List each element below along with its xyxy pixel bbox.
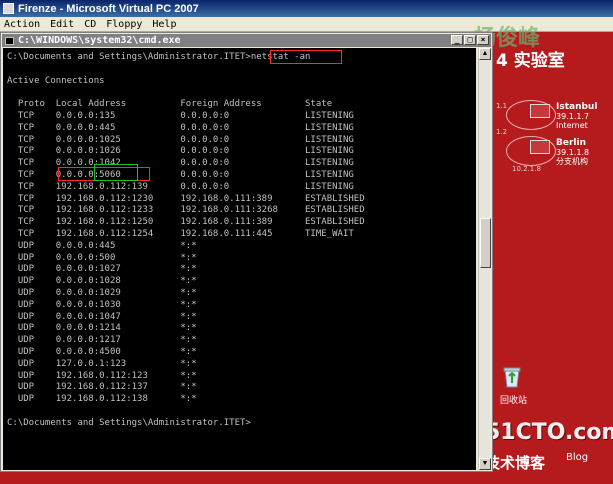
vpc-title-bar[interactable]: Firenze - Microsoft Virtual PC 2007	[0, 0, 613, 17]
node-istanbul: Istanbul 39.1.1.7 Internet	[556, 102, 598, 131]
brand-subtitle: 技术博客	[485, 454, 546, 472]
console-line: UDP 0.0.0.0:1028 *:*	[7, 276, 197, 287]
console-line: TCP 0.0.0.0:1025 0.0.0.0:0 LISTENING	[7, 134, 354, 145]
highlight-netstat-command	[270, 50, 342, 64]
cmd-title: C:\WINDOWS\system32\cmd.exe	[18, 35, 181, 46]
console-line: UDP 192.168.0.112:138 *:*	[7, 394, 197, 405]
console-line: C:\Documents and Settings\Administrator.…	[7, 417, 251, 428]
console-line: TCP 0.0.0.0:135 0.0.0.0:0 LISTENING	[7, 110, 354, 121]
console-line: UDP 0.0.0.0:1214 *:*	[7, 323, 197, 334]
console-line: TCP 192.168.0.112:139 0.0.0.0:0 LISTENIN…	[7, 181, 354, 192]
vpc-title: Firenze - Microsoft Virtual PC 2007	[18, 2, 199, 15]
ip-label-c: 10.2.1.8	[512, 165, 541, 173]
console-line: TCP 192.168.0.112:1254 192.168.0.111:445…	[7, 228, 354, 239]
cmd-icon	[5, 36, 14, 45]
console-line: UDP 0.0.0.0:1027 *:*	[7, 264, 197, 275]
cmd-title-bar[interactable]: C:\WINDOWS\system32\cmd.exe _ □ ×	[2, 34, 491, 47]
menu-action[interactable]: Action	[4, 19, 40, 30]
console-line: Active Connections	[7, 75, 105, 86]
console-line: C:\Documents and Settings\Administrator.…	[7, 52, 311, 62]
node-istanbul-sub: Internet	[556, 121, 588, 130]
console-line: TCP 0.0.0.0:1026 0.0.0.0:0 LISTENING	[7, 146, 354, 157]
close-button[interactable]: ×	[477, 35, 489, 45]
console-line: TCP 192.168.0.112:1233 192.168.0.111:326…	[7, 205, 365, 216]
node-berlin-name: Berlin	[556, 138, 586, 148]
console-line: TCP 192.168.0.112:1250 192.168.0.111:389…	[7, 217, 365, 228]
menu-cd[interactable]: CD	[84, 19, 96, 30]
scroll-down-button[interactable]: ▼	[479, 458, 491, 470]
recycle-bin-label: 回收站	[500, 396, 528, 406]
node-berlin: Berlin 39.1.1.8 分支机构	[556, 138, 590, 167]
console-line: UDP 192.168.0.112:137 *:*	[7, 382, 197, 393]
node-istanbul-name: Istanbul	[556, 102, 598, 112]
vertical-scrollbar[interactable]: ▲ ▼	[478, 48, 491, 470]
console-line: TCP 0.0.0.0:445 0.0.0.0:0 LISTENING	[7, 122, 354, 133]
console-line: UDP 0.0.0.0:1047 *:*	[7, 311, 197, 322]
menu-floppy[interactable]: Floppy	[106, 19, 142, 30]
console-line: UDP 0.0.0.0:1029 *:*	[7, 287, 197, 298]
minimize-button[interactable]: _	[451, 35, 463, 45]
console-line: Proto Local Address Foreign Address Stat…	[7, 99, 333, 110]
lab-title: 4 实验室	[496, 51, 565, 71]
console-output[interactable]: C:\Documents and Settings\Administrator.…	[3, 48, 476, 470]
recycle-bin-icon[interactable]	[502, 366, 522, 388]
node-berlin-ip: 39.1.1.8	[556, 148, 590, 157]
scroll-thumb[interactable]	[480, 218, 491, 268]
maximize-button[interactable]: □	[464, 35, 476, 45]
ip-label-a: 1.1	[496, 102, 508, 110]
console-text: C:\Documents and Settings\Administrator.…	[3, 48, 476, 430]
cmd-window[interactable]: C:\WINDOWS\system32\cmd.exe _ □ × C:\Doc…	[0, 32, 493, 472]
highlight-port-5060	[94, 164, 138, 181]
brand-watermark: 51CTO.com	[485, 420, 613, 445]
brand-blog: Blog	[566, 452, 589, 463]
computer-icon-berlin	[530, 140, 550, 154]
console-line: UDP 0.0.0.0:4500 *:*	[7, 346, 197, 357]
console-line: UDP 127.0.0.1:123 *:*	[7, 358, 197, 369]
ip-label-b: 1.2	[496, 128, 508, 136]
window-buttons: _ □ ×	[451, 35, 489, 45]
console-line: UDP 0.0.0.0:1030 *:*	[7, 299, 197, 310]
console-line: UDP 0.0.0.0:1217 *:*	[7, 335, 197, 346]
console-line: UDP 192.168.0.112:123 *:*	[7, 370, 197, 381]
node-berlin-sub: 分支机构	[556, 157, 588, 166]
virtual-pc-icon	[3, 3, 14, 14]
console-line: UDP 0.0.0.0:500 *:*	[7, 252, 197, 263]
menu-edit[interactable]: Edit	[50, 19, 74, 30]
console-line: TCP 192.168.0.112:1230 192.168.0.111:389…	[7, 193, 365, 204]
menu-help[interactable]: Help	[152, 19, 176, 30]
node-istanbul-ip: 39.1.1.7	[556, 112, 590, 121]
scroll-up-button[interactable]: ▲	[479, 48, 491, 60]
console-line: UDP 0.0.0.0:445 *:*	[7, 240, 197, 251]
computer-icon-istanbul	[530, 104, 550, 118]
